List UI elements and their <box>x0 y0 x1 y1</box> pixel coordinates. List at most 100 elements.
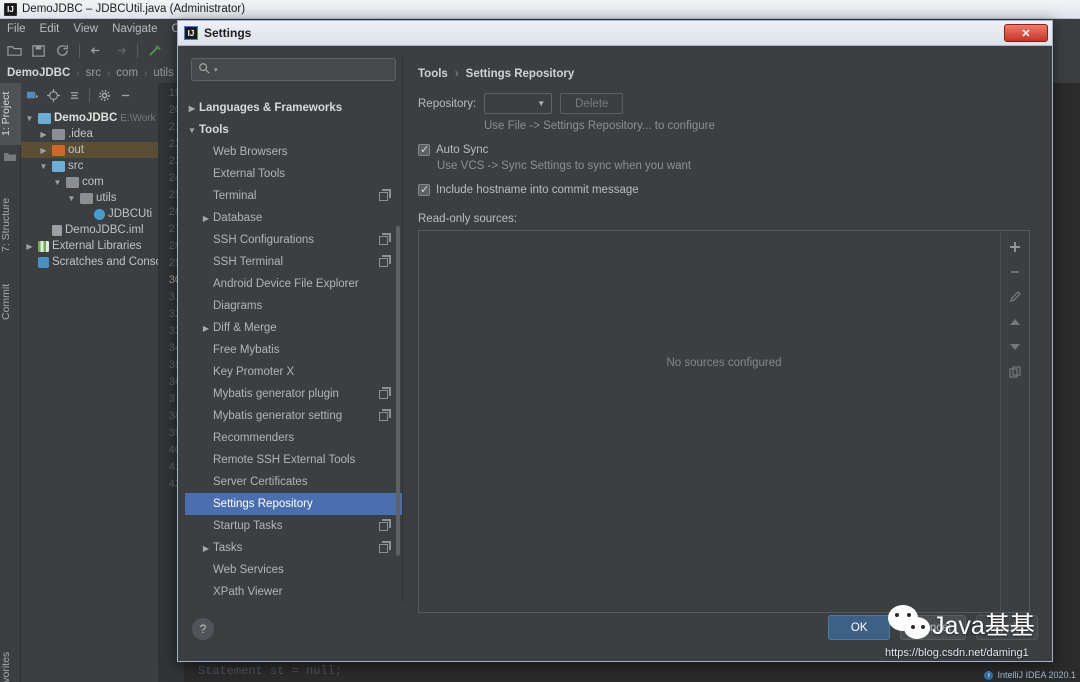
menu-edit[interactable]: Edit <box>40 23 60 35</box>
settings-nav-item-remote-ssh-external-tools[interactable]: Remote SSH External Tools <box>185 449 402 471</box>
auto-sync-row[interactable]: Auto Sync <box>418 143 1030 156</box>
settings-nav-item-key-promoter-x[interactable]: Key Promoter X <box>185 361 402 383</box>
breadcrumb-item-2[interactable]: com <box>116 67 138 79</box>
sync-icon[interactable] <box>55 43 70 58</box>
locate-icon[interactable] <box>47 88 60 102</box>
settings-nav-item-startup-tasks[interactable]: Startup Tasks <box>185 515 402 537</box>
project-toolbar[interactable] <box>21 83 158 107</box>
chevron-right-icon[interactable]: ▶ <box>185 104 199 113</box>
settings-nav-item-database[interactable]: ▶ Database <box>185 207 402 229</box>
help-button[interactable]: ? <box>192 618 214 640</box>
project-scope-icon <box>379 521 388 531</box>
breadcrumb-item-3[interactable]: utils <box>153 67 173 79</box>
settings-nav-scrollbar[interactable] <box>396 226 400 556</box>
tool-tab-favorites[interactable]: Favorites <box>0 643 21 682</box>
chevron-right-icon[interactable]: ▶ <box>38 130 49 139</box>
include-hostname-row[interactable]: Include hostname into commit message <box>418 183 1030 196</box>
tree-node-scratches-and-consc[interactable]: Scratches and Consc <box>21 254 158 270</box>
chevron-right-icon[interactable]: ▶ <box>38 146 49 155</box>
chevron-down-icon[interactable]: ▼ <box>38 162 49 171</box>
settings-nav-item-mybatis-generator-setting[interactable]: Mybatis generator setting <box>185 405 402 427</box>
content-breadcrumb-leaf: Settings Repository <box>465 68 575 80</box>
chevron-down-icon[interactable]: ▼ <box>185 126 199 135</box>
chevron-down-icon[interactable]: ▼ <box>24 114 35 123</box>
settings-nav-item-external-tools[interactable]: External Tools <box>185 163 402 185</box>
settings-search-box[interactable]: ▾ <box>191 58 396 81</box>
folder-icon <box>66 176 79 188</box>
breadcrumb-item-0[interactable]: DemoJDBC <box>7 67 70 79</box>
tree-node-jdbcuti[interactable]: JDBCUti <box>21 206 158 222</box>
chevron-right-icon[interactable]: ▶ <box>24 242 35 251</box>
readonly-sources-list[interactable]: No sources configured <box>418 230 1030 613</box>
chevron-down-icon[interactable]: ▼ <box>52 178 63 187</box>
settings-nav-item-web-services[interactable]: Web Services <box>185 559 402 581</box>
hide-panel-icon[interactable] <box>119 89 132 102</box>
tree-node-idea[interactable]: ▶ .idea <box>21 126 158 142</box>
tree-node-src[interactable]: ▼ src <box>21 158 158 174</box>
include-hostname-checkbox[interactable] <box>418 183 430 196</box>
tree-node-com[interactable]: ▼ com <box>21 174 158 190</box>
settings-nav-item-android-device-file-explorer[interactable]: Android Device File Explorer <box>185 273 402 295</box>
settings-nav-item-ssh-configurations[interactable]: SSH Configurations <box>185 229 402 251</box>
chevron-down-icon[interactable]: ▼ <box>66 194 77 203</box>
breadcrumb-separator-2: › <box>106 67 111 79</box>
settings-nav-item-recommenders[interactable]: Recommenders <box>185 427 402 449</box>
build-hammer-icon[interactable] <box>147 43 162 58</box>
chevron-right-icon[interactable]: ▶ <box>199 544 213 553</box>
settings-gear-icon[interactable] <box>98 89 111 102</box>
editor-code-line: Statement st = null; <box>198 664 343 678</box>
external-libraries-icon <box>38 240 49 252</box>
settings-nav-item-diff-merge[interactable]: ▶ Diff & Merge <box>185 317 402 339</box>
readonly-sources-toolbar[interactable] <box>1000 232 1028 611</box>
settings-nav-item-ssh-terminal[interactable]: SSH Terminal <box>185 251 402 273</box>
settings-nav-item-free-mybatis[interactable]: Free Mybatis <box>185 339 402 361</box>
folder-icon <box>38 112 51 124</box>
tree-node-demojdbc-iml[interactable]: DemoJDBC.iml <box>21 222 158 238</box>
auto-sync-checkbox[interactable] <box>418 143 430 156</box>
settings-nav-item-label: Android Device File Explorer <box>213 278 359 290</box>
breadcrumb-item-1[interactable]: src <box>86 67 101 79</box>
menu-file[interactable]: File <box>7 23 26 35</box>
back-arrow-icon[interactable] <box>89 43 104 58</box>
tree-node-label: DemoJDBC.iml <box>65 224 144 236</box>
save-icon[interactable] <box>31 43 46 58</box>
settings-nav-item-label: Languages & Frameworks <box>199 102 343 114</box>
tool-tab-structure[interactable]: 7: Structure <box>0 187 21 263</box>
settings-dialog-title: Settings <box>204 26 252 40</box>
tool-tab-project[interactable]: 1: Project <box>0 83 21 145</box>
project-tree[interactable]: ▼ DemoJDBC E:\Work ▶ .idea ▶ out ▼ src ▼ com ▼ util… <box>21 107 158 270</box>
settings-nav-item-web-browsers[interactable]: Web Browsers <box>185 141 402 163</box>
settings-nav-item-label: SSH Configurations <box>213 234 314 246</box>
add-icon[interactable] <box>1008 240 1022 254</box>
tree-node-out[interactable]: ▶ out <box>21 142 158 158</box>
cancel-button[interactable]: Cancel <box>900 615 966 640</box>
tree-node-demojdbc[interactable]: ▼ DemoJDBC E:\Work <box>21 110 158 126</box>
project-selector-icon[interactable] <box>26 89 39 102</box>
menu-navigate[interactable]: Navigate <box>112 23 157 35</box>
settings-nav-list[interactable]: ▶ Languages & Frameworks ▼ Tools Web Browser… <box>185 97 402 603</box>
tool-tab-commit[interactable]: Commit <box>0 273 21 331</box>
chevron-right-icon[interactable]: ▶ <box>199 214 213 223</box>
ok-button[interactable]: OK <box>828 615 891 640</box>
apply-button: Apply <box>976 615 1038 640</box>
collapse-all-icon[interactable] <box>68 89 81 102</box>
settings-nav-item-languages-frameworks[interactable]: ▶ Languages & Frameworks <box>185 97 402 119</box>
settings-nav-item-tasks[interactable]: ▶ Tasks <box>185 537 402 559</box>
settings-nav-item-mybatis-generator-plugin[interactable]: Mybatis generator plugin <box>185 383 402 405</box>
chevron-right-icon[interactable]: ▶ <box>199 324 213 333</box>
settings-nav-item-settings-repository[interactable]: Settings Repository <box>185 493 402 515</box>
menu-view[interactable]: View <box>73 23 98 35</box>
settings-nav-item-server-certificates[interactable]: Server Certificates <box>185 471 402 493</box>
settings-nav-item-terminal[interactable]: Terminal <box>185 185 402 207</box>
open-folder-icon[interactable] <box>7 43 22 58</box>
settings-search-input[interactable] <box>221 62 389 77</box>
search-dropdown-caret-icon[interactable]: ▾ <box>214 66 218 74</box>
tree-node-external-libraries[interactable]: ▶ External Libraries <box>21 238 158 254</box>
breadcrumb-separator: › <box>76 67 80 79</box>
settings-nav-item-tools[interactable]: ▼ Tools <box>185 119 402 141</box>
tree-node-utils[interactable]: ▼ utils <box>21 190 158 206</box>
settings-nav-item-xpath-viewer[interactable]: XPath Viewer <box>185 581 402 603</box>
repository-dropdown[interactable]: ▼ <box>484 93 553 114</box>
settings-nav-item-diagrams[interactable]: Diagrams <box>185 295 402 317</box>
close-button[interactable]: ✕ <box>1004 24 1048 42</box>
